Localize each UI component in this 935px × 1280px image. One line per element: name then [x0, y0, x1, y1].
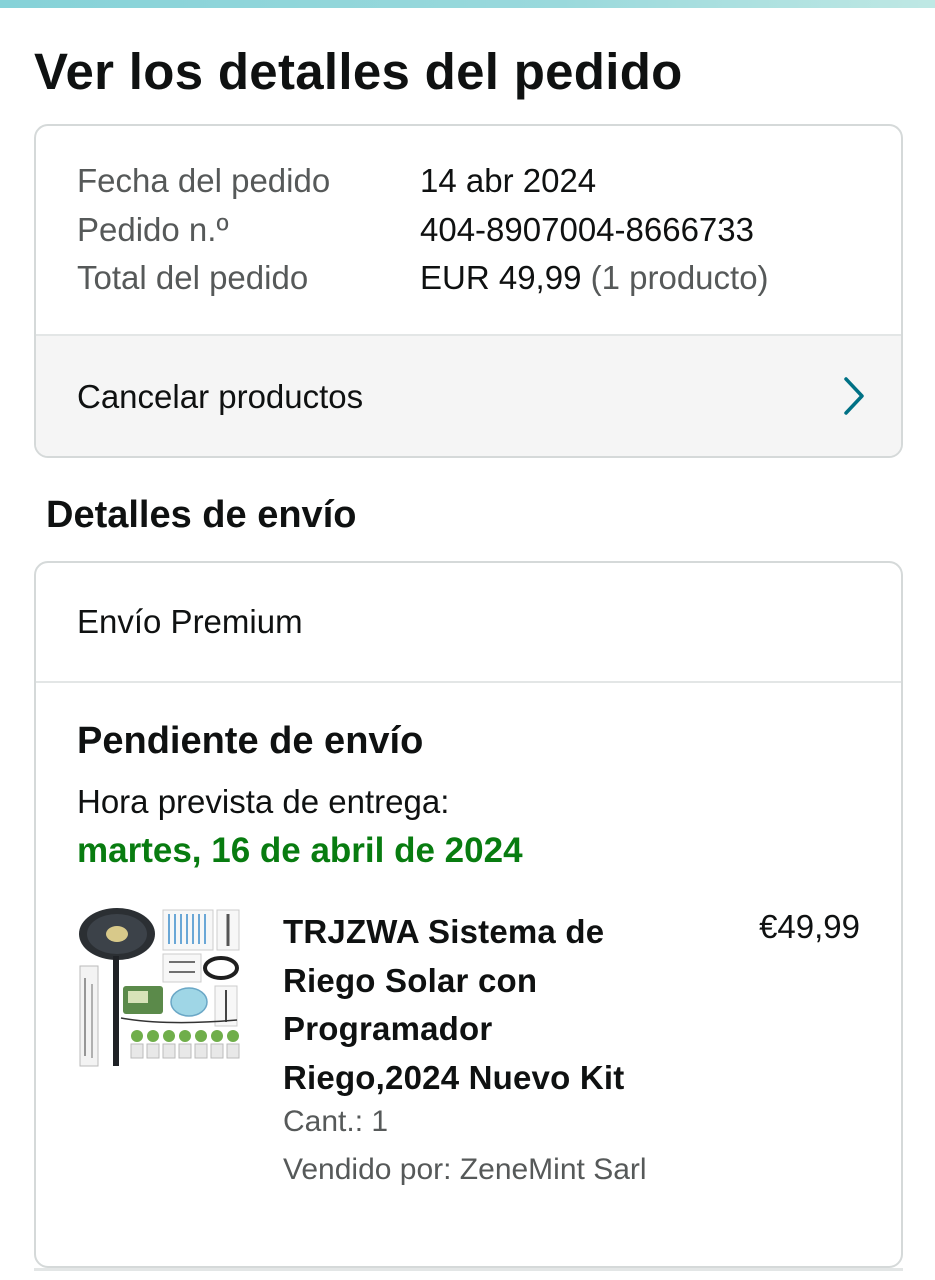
order-date-label: Fecha del pedido [77, 162, 331, 199]
chevron-right-icon [844, 377, 864, 415]
product-quantity: Cant.: 1 [283, 1105, 389, 1138]
solar-irrigation-kit-image[interactable] [77, 906, 243, 1072]
order-total-amount: EUR 49,99 [420, 259, 582, 296]
shipment-status: Pendiente de envío [77, 720, 424, 762]
product-title-link[interactable]: TRJZWA Sistema de Riego Solar con Progra… [283, 908, 673, 1102]
shipping-card: Envío Premium Pendiente de envío Hora pr… [34, 561, 903, 1268]
shipping-method: Envío Premium [36, 563, 901, 683]
product-price: €49,99 [759, 908, 860, 945]
cancel-products-button[interactable]: Cancelar productos [36, 334, 901, 456]
eta-label: Hora prevista de entrega: [77, 783, 450, 820]
shipping-section-title: Detalles de envío [46, 494, 357, 536]
order-number-row: Pedido n.º 404-8907004-8666733 [77, 208, 754, 252]
top-accent-bar [0, 0, 935, 8]
order-info: Fecha del pedido 14 abr 2024 Pedido n.º … [36, 126, 901, 334]
eta-date: martes, 16 de abril de 2024 [77, 831, 523, 870]
shipping-method-label: Envío Premium [77, 603, 303, 640]
bottom-divider [34, 1268, 903, 1271]
order-number-value: 404-8907004-8666733 [420, 211, 754, 248]
order-total-row: Total del pedido EUR 49,99 (1 producto) [77, 256, 769, 300]
cancel-products-label: Cancelar productos [77, 378, 364, 415]
order-total-label: Total del pedido [77, 259, 309, 296]
order-summary-card: Fecha del pedido 14 abr 2024 Pedido n.º … [34, 124, 903, 458]
order-date-value: 14 abr 2024 [420, 162, 597, 199]
page-title: Ver los detalles del pedido [34, 43, 683, 100]
product-seller: Vendido por: ZeneMint Sarl [283, 1153, 647, 1186]
order-number-label: Pedido n.º [77, 211, 229, 248]
order-total-count: (1 producto) [590, 259, 769, 296]
order-total-value: EUR 49,99 (1 producto) [420, 259, 769, 297]
order-date-row: Fecha del pedido 14 abr 2024 [77, 159, 596, 203]
